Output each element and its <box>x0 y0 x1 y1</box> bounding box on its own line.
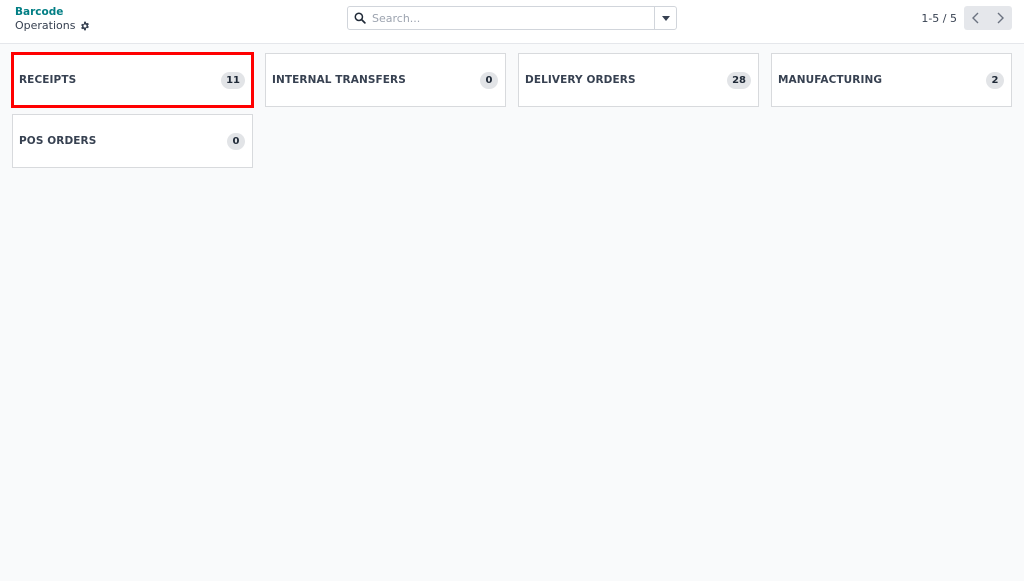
operation-card-title: INTERNAL TRANSFERS <box>272 74 406 86</box>
chevron-left-icon <box>972 12 979 24</box>
pager-previous-button[interactable] <box>964 6 988 30</box>
chevron-right-icon <box>997 12 1004 24</box>
breadcrumb-barcode-link[interactable]: Barcode <box>15 6 90 19</box>
operation-count-badge: 11 <box>221 71 245 89</box>
search-input[interactable] <box>372 8 654 28</box>
operation-card-internal-transfers[interactable]: INTERNAL TRANSFERS 0 <box>265 53 506 107</box>
pager: 1-5 / 5 <box>921 6 1012 30</box>
operation-card-delivery-orders[interactable]: DELIVERY ORDERS 28 <box>518 53 759 107</box>
operations-kanban: RECEIPTS 11 INTERNAL TRANSFERS 0 DELIVER… <box>11 52 1012 168</box>
operation-card-title: MANUFACTURING <box>778 74 883 86</box>
breadcrumb-current-row: Operations <box>15 19 90 32</box>
operation-card-title: POS ORDERS <box>19 135 97 147</box>
page-title: Operations <box>15 19 76 32</box>
operation-card-receipts[interactable]: RECEIPTS 11 <box>11 52 254 108</box>
operation-card-pos-orders[interactable]: POS ORDERS 0 <box>12 114 253 168</box>
caret-down-icon <box>661 15 670 21</box>
operation-count-badge: 0 <box>480 71 498 89</box>
gear-icon[interactable] <box>80 21 90 31</box>
pager-value[interactable]: 1-5 / 5 <box>921 12 957 25</box>
search-options-toggle[interactable] <box>654 7 676 29</box>
search-bar <box>347 6 677 30</box>
operation-count-badge: 0 <box>227 132 245 150</box>
pager-next-button[interactable] <box>988 6 1012 30</box>
operation-card-manufacturing[interactable]: MANUFACTURING 2 <box>771 53 1012 107</box>
operation-card-title: RECEIPTS <box>19 74 77 86</box>
control-panel: Barcode Operations 1-5 / 5 <box>0 0 1024 44</box>
operation-count-badge: 28 <box>727 71 751 89</box>
operation-count-badge: 2 <box>986 71 1004 89</box>
breadcrumb: Barcode Operations <box>15 6 90 32</box>
operation-card-title: DELIVERY ORDERS <box>525 74 636 86</box>
search-icon <box>348 7 372 29</box>
